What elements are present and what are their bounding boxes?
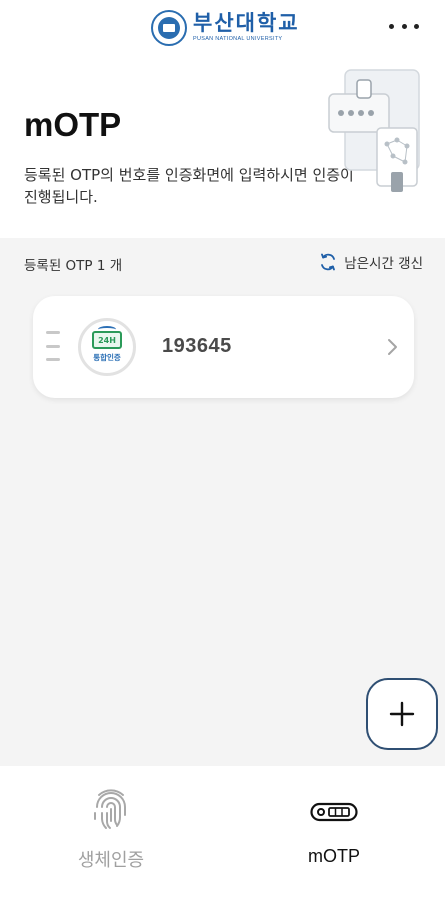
- otp-list-section: 등록된 OTP 1 개 남은시간 갱신 24H 통합인증 193645: [0, 238, 445, 766]
- otp-illustration-icon: [328, 69, 420, 192]
- registered-count-label: 등록된 OTP 1 개: [24, 258, 123, 274]
- otp-code: 193645: [162, 335, 232, 357]
- more-horizontal-icon: [389, 23, 394, 29]
- otp-list-item[interactable]: 24H 통합인증 193645: [33, 296, 414, 398]
- nav-label-motp: mOTP: [308, 846, 360, 866]
- nav-item-motp[interactable]: mOTP: [223, 766, 445, 900]
- university-seal-icon: [151, 10, 187, 46]
- page-description: 등록된 OTP의 번호를 인증화면에 입력하시면 인증이 진행됩니다.: [24, 166, 354, 206]
- fingerprint-icon: [94, 789, 126, 829]
- logo-english-name: PUSAN NATIONAL UNIVERSITY: [193, 36, 283, 43]
- otp-token-icon: [310, 802, 358, 822]
- nav-item-biometric[interactable]: 생체인증: [0, 766, 222, 900]
- chevron-right-icon: [388, 339, 397, 355]
- bottom-navigation: 생체인증 mOTP: [0, 766, 445, 900]
- hero-section: mOTP 등록된 OTP의 번호를 인증화면에 입력하시면 인증이 진행됩니다.: [0, 56, 445, 238]
- refresh-label: 남은시간 갱신: [344, 256, 423, 272]
- add-otp-button[interactable]: [366, 678, 438, 750]
- nav-label-biometric: 생체인증: [77, 850, 145, 871]
- logo-korean-name: 부산대학교: [193, 11, 300, 36]
- refresh-icon: [321, 253, 336, 271]
- refresh-time-button[interactable]: 남은시간 갱신: [319, 250, 423, 274]
- app-header: 부산대학교 PUSAN NATIONAL UNIVERSITY: [0, 0, 445, 56]
- plus-icon: [389, 701, 415, 727]
- integrated-auth-logo: 24H 통합인증: [78, 318, 136, 376]
- university-logo: 부산대학교 PUSAN NATIONAL UNIVERSITY: [151, 9, 300, 47]
- more-options-button[interactable]: [389, 14, 419, 38]
- otp-logo-label: 통합인증: [93, 353, 121, 362]
- page-title: mOTP: [24, 106, 122, 143]
- drag-handle-icon[interactable]: [46, 331, 60, 361]
- auth-book-icon: 24H: [92, 326, 122, 349]
